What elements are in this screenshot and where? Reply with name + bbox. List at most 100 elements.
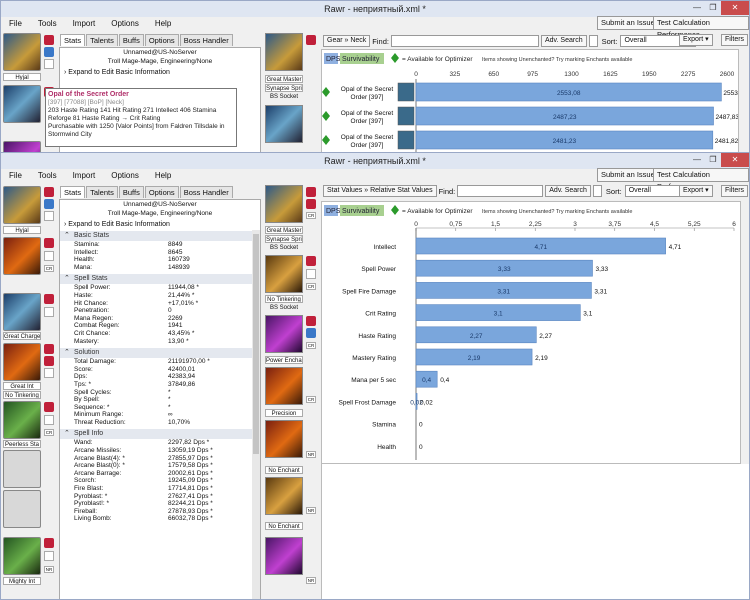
- adv-search-checkbox[interactable]: [592, 185, 602, 197]
- tab-boss-handler[interactable]: Boss Handler: [179, 186, 233, 198]
- mid-label-bs-socket-1[interactable]: BS Socket: [265, 244, 303, 252]
- waist-slot-icon[interactable]: [265, 255, 303, 293]
- reforge-button[interactable]: CR: [44, 429, 54, 436]
- reforge-button[interactable]: NR: [306, 577, 316, 584]
- reforge-button[interactable]: CR: [306, 396, 316, 403]
- front-submit-issue-button[interactable]: Submit an Issue: [597, 168, 659, 182]
- gem-blue-icon[interactable]: [44, 199, 54, 209]
- reforge-button[interactable]: NR: [44, 566, 54, 573]
- menu-help[interactable]: Help: [155, 17, 171, 31]
- head-slot-icon[interactable]: [3, 186, 41, 224]
- expand-basic-info[interactable]: › Expand to Edit Basic Information: [60, 221, 260, 228]
- menu-file[interactable]: File: [9, 17, 22, 31]
- gem-red-icon[interactable]: [44, 402, 54, 412]
- slot-checkbox[interactable]: [306, 269, 316, 279]
- gem-red-icon[interactable]: [306, 187, 316, 197]
- gem-red-icon[interactable]: [44, 35, 54, 45]
- section-header[interactable]: Basic Stats: [60, 231, 260, 241]
- waist-slot-icon[interactable]: [265, 105, 303, 143]
- reforge-button[interactable]: CR: [44, 265, 54, 272]
- reforge-button[interactable]: CR: [306, 342, 316, 349]
- tabard-slot-empty[interactable]: [3, 450, 41, 488]
- ring2-slot-icon[interactable]: [265, 477, 303, 515]
- tab-boss-handler[interactable]: Boss Handler: [179, 34, 233, 46]
- breadcrumb-gear-neck[interactable]: Gear » Neck: [323, 35, 371, 47]
- feet-slot-icon[interactable]: [265, 367, 303, 405]
- mid-label-bs-socket[interactable]: BS Socket: [265, 93, 303, 101]
- head-slot-icon[interactable]: [3, 33, 41, 71]
- export-button[interactable]: Export ▾: [679, 34, 713, 46]
- tab-stats[interactable]: Stats: [60, 34, 86, 46]
- reforge-button[interactable]: CR: [306, 283, 316, 290]
- tab-options[interactable]: Options: [144, 34, 179, 46]
- menu-import[interactable]: Import: [73, 169, 96, 183]
- mid-label-bs-socket-2[interactable]: BS Socket: [265, 304, 303, 312]
- stats-scrollbar-thumb[interactable]: [253, 234, 259, 454]
- stats-scrollbar[interactable]: [252, 230, 260, 599]
- slot-checkbox[interactable]: [44, 551, 54, 561]
- reforge-button[interactable]: NR: [306, 507, 316, 514]
- legs-slot-icon[interactable]: [265, 315, 303, 353]
- wrist-slot-icon[interactable]: [3, 537, 41, 575]
- tab-talents[interactable]: Talents: [86, 34, 118, 46]
- filters-button[interactable]: Filters: [721, 185, 749, 197]
- breadcrumb-stat-values[interactable]: Stat Values » Relative Stat Values: [323, 185, 437, 197]
- menu-file[interactable]: File: [9, 169, 22, 183]
- tab-talents[interactable]: Talents: [86, 186, 118, 198]
- ring1-slot-icon[interactable]: [265, 420, 303, 458]
- reforge-button[interactable]: NR: [306, 451, 316, 458]
- wrist-slot-empty[interactable]: [3, 490, 41, 528]
- gem-blue-icon[interactable]: [44, 47, 54, 57]
- back-slot-icon[interactable]: [3, 293, 41, 331]
- gem-red-icon[interactable]: [44, 187, 54, 197]
- maximize-icon[interactable]: ❐: [705, 1, 721, 15]
- back-submit-issue-button[interactable]: Submit an Issue: [597, 16, 659, 30]
- slot-checkbox[interactable]: [44, 307, 54, 317]
- slot-checkbox[interactable]: [44, 59, 54, 69]
- front-test-calc-button[interactable]: Test Calculation Performance: [653, 168, 749, 191]
- close-icon[interactable]: ✕: [721, 153, 749, 167]
- section-header[interactable]: Spell Info: [60, 429, 260, 440]
- tab-buffs[interactable]: Buffs: [118, 186, 144, 198]
- close-icon[interactable]: ✕: [721, 1, 749, 15]
- adv-search-button[interactable]: Adv. Search: [545, 185, 591, 197]
- minimize-icon[interactable]: —: [689, 153, 705, 167]
- expand-basic-info[interactable]: › Expand to Edit Basic Information: [60, 69, 260, 76]
- menu-tools[interactable]: Tools: [38, 17, 57, 31]
- filters-button[interactable]: Filters: [721, 34, 749, 46]
- maximize-icon[interactable]: ❐: [705, 153, 721, 167]
- gem-red-icon[interactable]: [306, 35, 316, 45]
- gem-red-icon[interactable]: [44, 238, 54, 248]
- slot-checkbox[interactable]: [44, 251, 54, 261]
- menu-tools[interactable]: Tools: [38, 169, 57, 183]
- shirt-slot-icon[interactable]: [3, 401, 41, 439]
- gem-red-icon[interactable]: [306, 316, 316, 326]
- slot-checkbox[interactable]: [44, 368, 54, 378]
- menu-import[interactable]: Import: [73, 17, 96, 31]
- menu-options[interactable]: Options: [111, 17, 139, 31]
- adv-search-checkbox[interactable]: [588, 35, 598, 47]
- slot-checkbox[interactable]: [44, 415, 54, 425]
- gem-red-icon[interactable]: [306, 199, 316, 209]
- back-test-calc-button[interactable]: Test Calculation Performance: [653, 16, 749, 39]
- gem-red-icon[interactable]: [44, 538, 54, 548]
- trinket-slot-icon[interactable]: [265, 537, 303, 575]
- menu-options[interactable]: Options: [111, 169, 139, 183]
- section-header[interactable]: Spell Stats: [60, 274, 260, 285]
- gem-blue-icon[interactable]: [306, 328, 316, 338]
- tab-buffs[interactable]: Buffs: [118, 34, 144, 46]
- tab-stats[interactable]: Stats: [60, 186, 86, 198]
- export-button[interactable]: Export ▾: [679, 185, 713, 197]
- adv-search-button[interactable]: Adv. Search: [540, 35, 587, 47]
- neck-slot-icon[interactable]: [3, 85, 41, 123]
- gem-red-icon[interactable]: [44, 344, 54, 354]
- minimize-icon[interactable]: —: [689, 1, 705, 15]
- find-input[interactable]: [457, 185, 544, 197]
- gem-red-icon[interactable]: [44, 294, 54, 304]
- chest-slot-icon[interactable]: [3, 343, 41, 381]
- reforge-button[interactable]: CR: [306, 212, 316, 219]
- find-input[interactable]: [390, 35, 539, 47]
- slot-checkbox[interactable]: [44, 211, 54, 221]
- gem-red-icon[interactable]: [306, 256, 316, 266]
- tab-options[interactable]: Options: [144, 186, 179, 198]
